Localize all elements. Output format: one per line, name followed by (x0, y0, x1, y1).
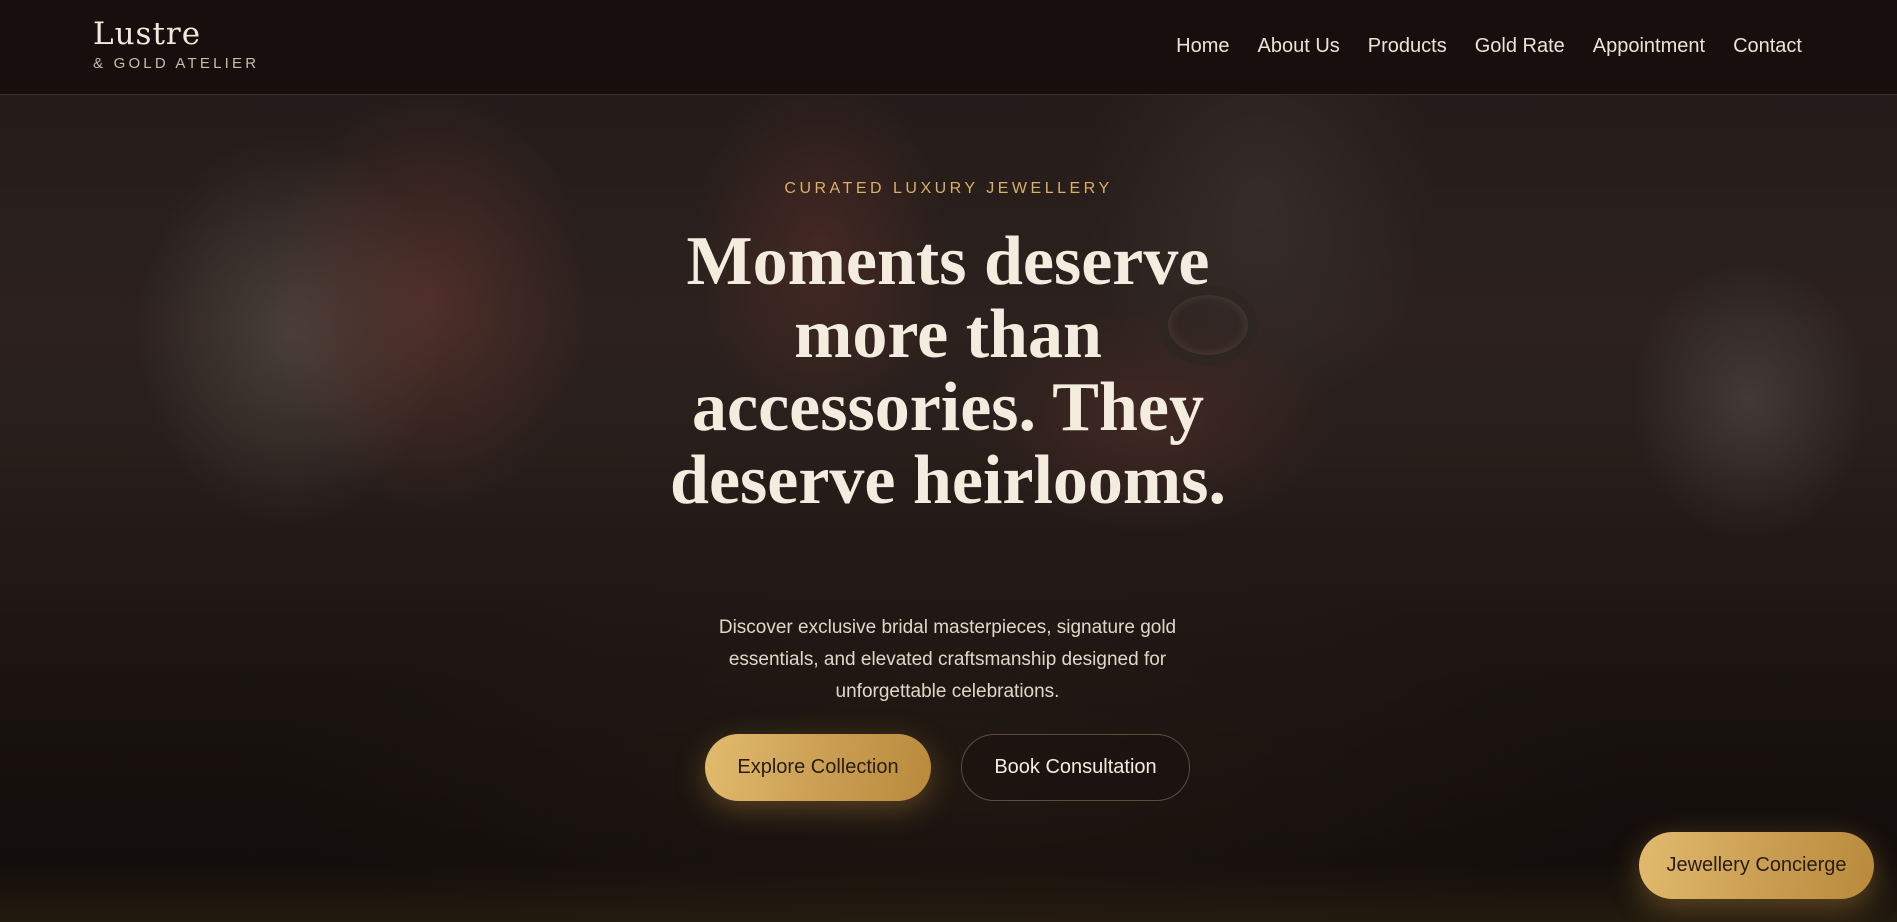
book-consultation-button[interactable]: Book Consultation (961, 734, 1190, 801)
nav-item-appointment[interactable]: Appointment (1593, 33, 1705, 59)
nav-item-gold-rate[interactable]: Gold Rate (1475, 33, 1565, 59)
nav-item-products[interactable]: Products (1368, 33, 1447, 59)
site-header: Lustre & GOLD ATELIER Home About Us Prod… (0, 0, 1897, 95)
hero-headline: Moments deserve more than accessories. T… (670, 223, 1226, 519)
brand-logo[interactable]: Lustre & GOLD ATELIER (93, 16, 259, 72)
brand-name: Lustre (93, 16, 202, 52)
nav-item-contact[interactable]: Contact (1733, 33, 1802, 59)
hero-eyebrow: CURATED LUXURY JEWELLERY (784, 180, 1113, 197)
explore-collection-button[interactable]: Explore Collection (705, 734, 931, 801)
nav-item-home[interactable]: Home (1176, 33, 1229, 59)
bottom-glow (0, 862, 1897, 922)
page: Lustre & GOLD ATELIER Home About Us Prod… (0, 0, 1897, 922)
brand-tagline: & GOLD ATELIER (93, 55, 260, 72)
main-nav: Home About Us Products Gold Rate Appoint… (1176, 33, 1802, 59)
hero-subtext: Discover exclusive bridal masterpieces, … (718, 617, 1177, 702)
nav-item-about-us[interactable]: About Us (1258, 33, 1340, 59)
jewellery-concierge-button[interactable]: Jewellery Concierge (1639, 832, 1874, 899)
